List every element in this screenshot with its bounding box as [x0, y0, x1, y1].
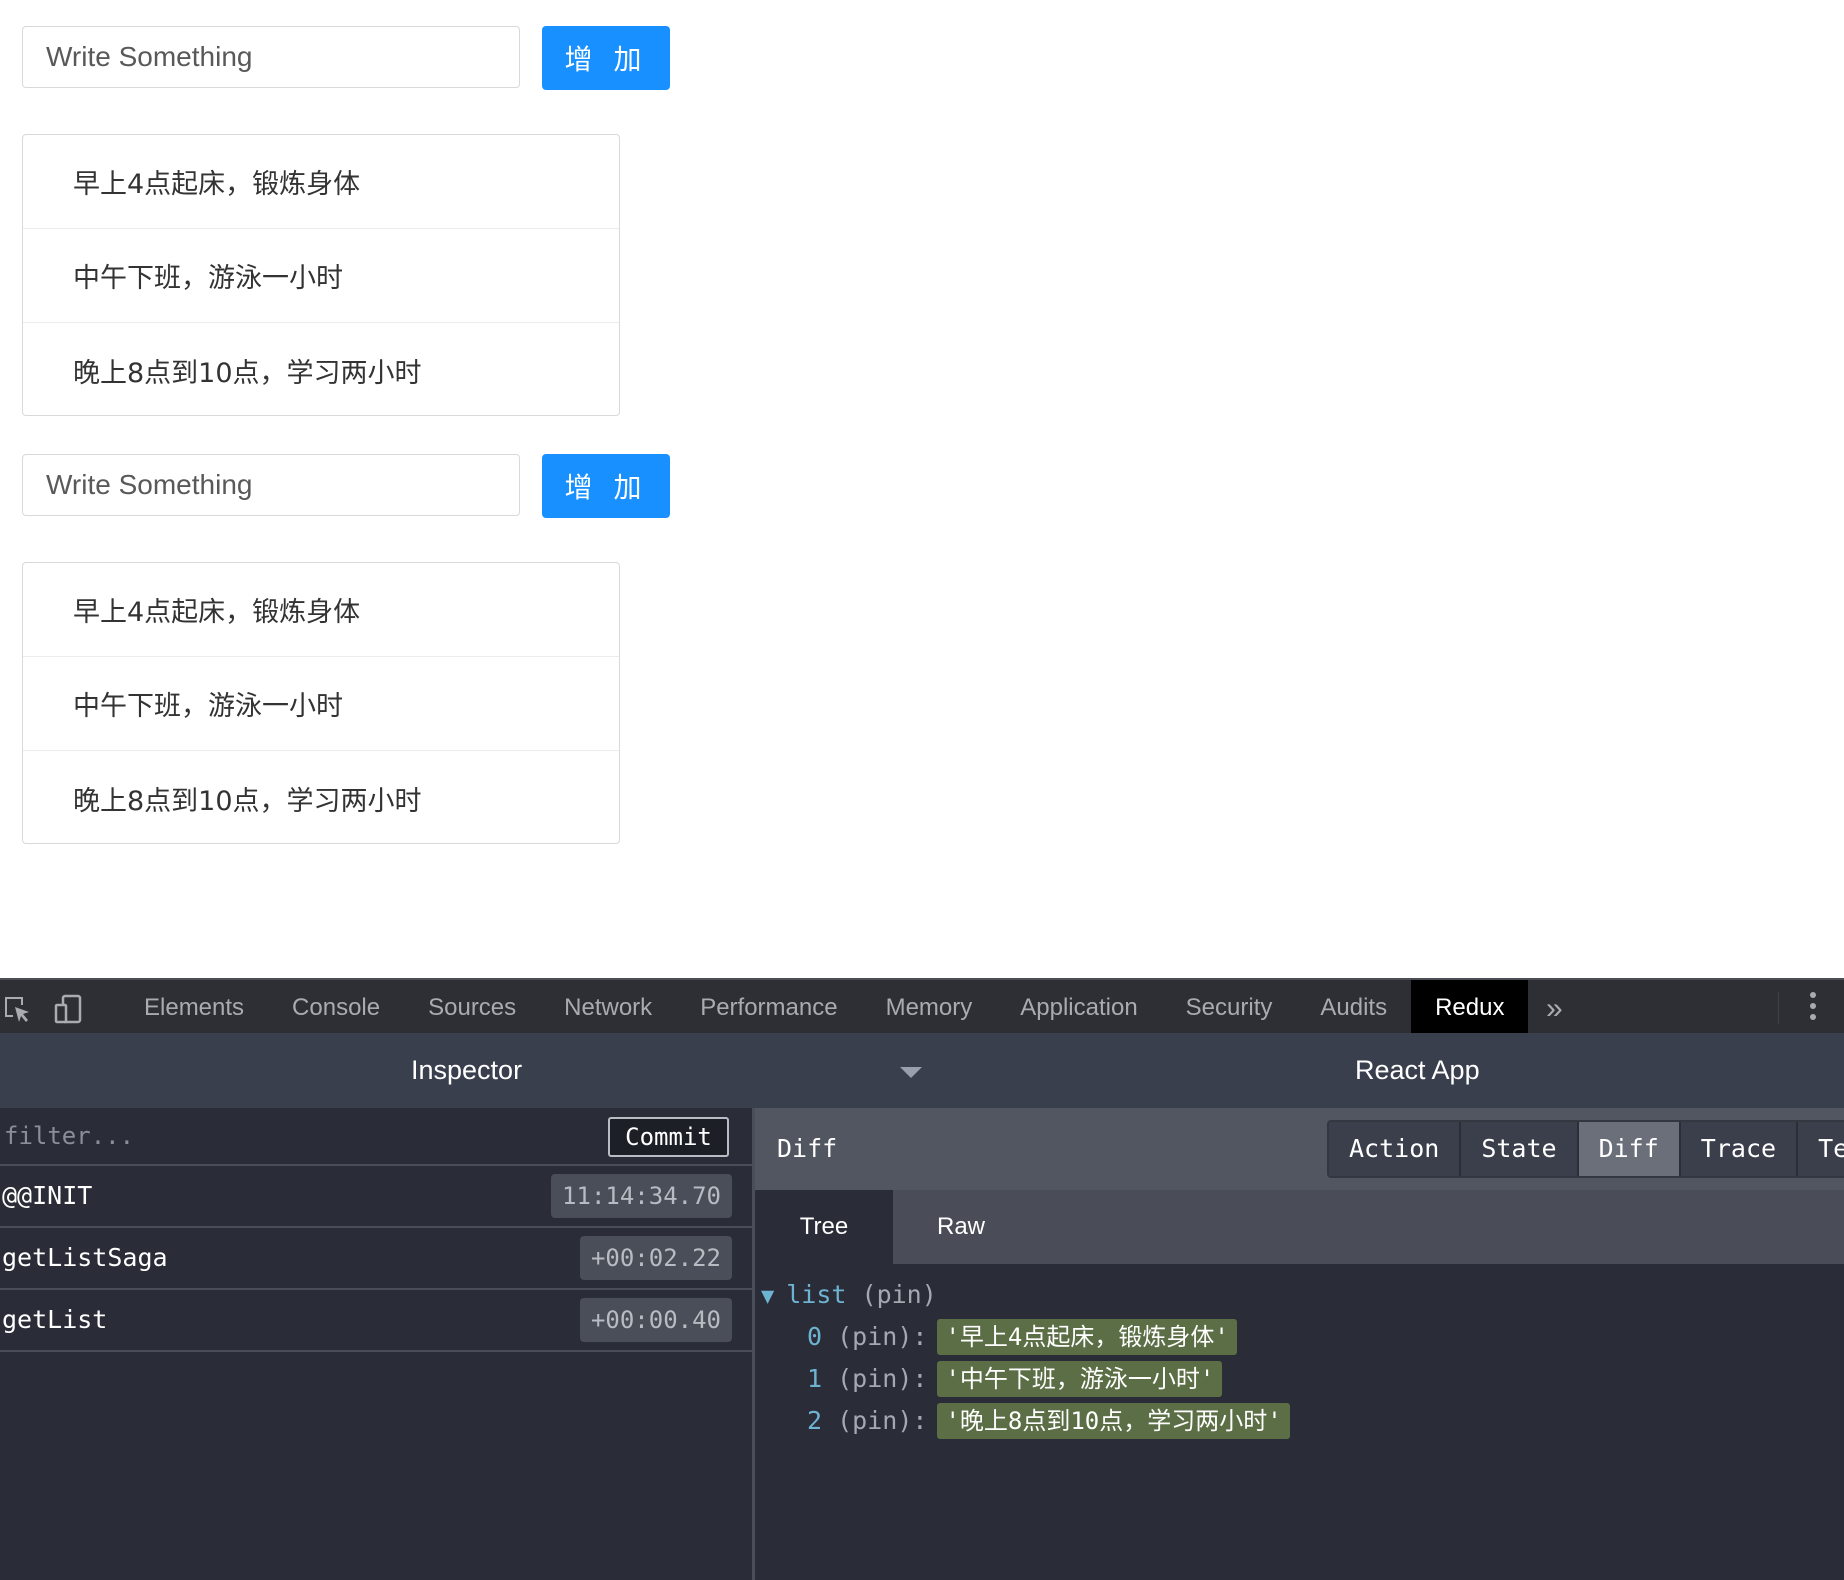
toolbar-divider [1778, 992, 1779, 1024]
pin-label[interactable]: (pin): [837, 1406, 927, 1435]
view-switcher: Action State Diff Trace Tes [1327, 1120, 1844, 1178]
pin-label[interactable]: (pin): [837, 1364, 927, 1393]
diff-view-button[interactable]: Diff [1578, 1122, 1681, 1176]
action-view-button[interactable]: Action [1329, 1122, 1462, 1176]
trace-view-button[interactable]: Trace [1680, 1122, 1799, 1176]
inspect-element-icon[interactable] [2, 994, 32, 1024]
react-app-page: 增 加 早上4点起床，锻炼身体 中午下班，游泳一小时 晚上8点到10点，学习两小… [0, 0, 1844, 978]
action-row[interactable]: @@INIT 11:14:34.70 [0, 1166, 752, 1228]
list-item[interactable]: 早上4点起床，锻炼身体 [23, 135, 619, 229]
tab-sources[interactable]: Sources [404, 980, 540, 1035]
tree-row: 1 (pin): '中午下班，游泳一小时' [807, 1360, 1223, 1398]
todo-block-2: 增 加 早上4点起床，锻炼身体 中午下班，游泳一小时 晚上8点到10点，学习两小… [22, 454, 722, 844]
state-view-button[interactable]: State [1461, 1122, 1579, 1176]
tree-index: 1 [807, 1364, 823, 1393]
todo-list: 早上4点起床，锻炼身体 中午下班，游泳一小时 晚上8点到10点，学习两小时 [22, 134, 620, 416]
action-name: @@INIT [2, 1181, 93, 1210]
devtools-panel: Elements Console Sources Network Perform… [0, 978, 1844, 1580]
action-name: getList [2, 1305, 108, 1334]
device-toolbar-icon[interactable] [54, 994, 84, 1024]
filter-input[interactable] [2, 1116, 586, 1156]
action-name: getListSaga [2, 1243, 168, 1272]
tree-row: 0 (pin): '早上4点起床，锻炼身体' [807, 1318, 1237, 1356]
tab-performance[interactable]: Performance [676, 980, 861, 1035]
tab-network[interactable]: Network [540, 980, 676, 1035]
redux-header: Inspector React App [0, 1033, 1844, 1108]
action-time: +00:02.22 [579, 1236, 732, 1280]
expand-toggle-icon[interactable]: ▼ [761, 1284, 774, 1309]
tab-memory[interactable]: Memory [862, 980, 997, 1035]
diff-value: '中午下班，游泳一小时' [937, 1361, 1223, 1397]
tree-index: 0 [807, 1322, 823, 1351]
action-row[interactable]: getListSaga +00:02.22 [0, 1228, 752, 1290]
add-button[interactable]: 增 加 [542, 454, 670, 518]
action-time: 11:14:34.70 [551, 1174, 732, 1218]
tab-tree[interactable]: Tree [755, 1190, 893, 1264]
monitor-dropdown-icon[interactable] [900, 1067, 922, 1078]
filter-row: Commit [0, 1108, 752, 1166]
more-tabs-icon[interactable]: » [1546, 992, 1563, 1026]
diff-value: '晚上8点到10点，学习两小时' [937, 1403, 1290, 1439]
tree-root[interactable]: ▼ list (pin) [761, 1276, 937, 1314]
test-view-button[interactable]: Tes [1798, 1122, 1844, 1176]
add-button[interactable]: 增 加 [542, 26, 670, 90]
tab-audits[interactable]: Audits [1296, 980, 1411, 1035]
app-title[interactable]: React App [1355, 1033, 1480, 1108]
panel-title: Diff [777, 1134, 838, 1163]
tab-console[interactable]: Console [268, 980, 404, 1035]
diff-value: '早上4点起床，锻炼身体' [937, 1319, 1237, 1355]
devtools-tabs: Elements Console Sources Network Perform… [120, 980, 1529, 1035]
list-item[interactable]: 早上4点起床，锻炼身体 [23, 563, 619, 657]
input-row: 增 加 [22, 454, 722, 518]
devtools-tabbar: Elements Console Sources Network Perform… [0, 978, 1844, 1035]
tab-application[interactable]: Application [996, 980, 1161, 1035]
tab-security[interactable]: Security [1162, 980, 1297, 1035]
commit-button[interactable]: Commit [608, 1117, 729, 1157]
kebab-menu-icon[interactable] [1810, 992, 1818, 1025]
tab-elements[interactable]: Elements [120, 980, 268, 1035]
list-item[interactable]: 晚上8点到10点，学习两小时 [23, 751, 619, 845]
diff-panel: Diff Action State Diff Trace Tes Tree Ra… [755, 1108, 1844, 1580]
tree-key: list [786, 1280, 847, 1309]
tab-redux[interactable]: Redux [1411, 980, 1529, 1035]
tree-row: 2 (pin): '晚上8点到10点，学习两小时' [807, 1402, 1290, 1440]
pin-label[interactable]: (pin) [862, 1280, 937, 1309]
tree-index: 2 [807, 1406, 823, 1435]
input-row: 增 加 [22, 26, 722, 90]
action-row[interactable]: getList +00:00.40 [0, 1290, 752, 1352]
pin-label[interactable]: (pin): [837, 1322, 927, 1351]
diff-subtabs: Tree Raw [755, 1190, 1844, 1264]
list-item[interactable]: 晚上8点到10点，学习两小时 [23, 323, 619, 417]
todo-list: 早上4点起床，锻炼身体 中午下班，游泳一小时 晚上8点到10点，学习两小时 [22, 562, 620, 844]
inspector-title[interactable]: Inspector [411, 1033, 522, 1108]
todo-block-1: 增 加 早上4点起床，锻炼身体 中午下班，游泳一小时 晚上8点到10点，学习两小… [22, 26, 722, 416]
tab-raw[interactable]: Raw [893, 1190, 1029, 1264]
diff-toolbar: Diff Action State Diff Trace Tes [755, 1108, 1844, 1190]
todo-input[interactable] [22, 454, 520, 516]
list-item[interactable]: 中午下班，游泳一小时 [23, 657, 619, 751]
list-item[interactable]: 中午下班，游泳一小时 [23, 229, 619, 323]
todo-input[interactable] [22, 26, 520, 88]
action-time: +00:00.40 [579, 1298, 732, 1342]
action-list-panel: Commit @@INIT 11:14:34.70 getListSaga +0… [0, 1108, 755, 1580]
